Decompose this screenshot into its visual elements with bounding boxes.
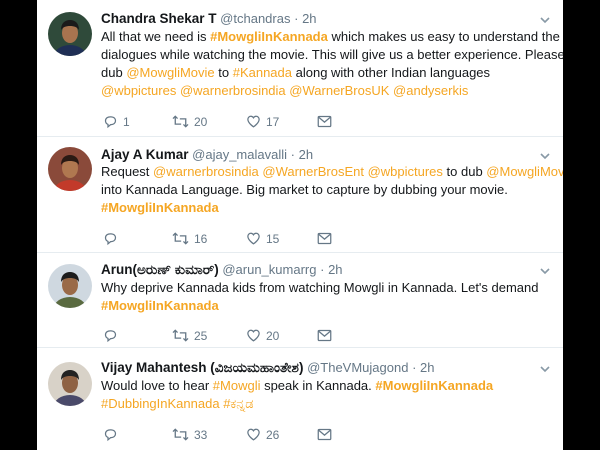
hashtag[interactable]: #ಕನ್ನಡ — [223, 396, 253, 411]
timestamp[interactable]: 2h — [420, 360, 434, 375]
retweet-icon — [172, 427, 194, 441]
text-segment: Would love to hear — [101, 378, 213, 393]
tweet-feed: Chandra Shekar T @tchandras · 2h All that… — [37, 0, 563, 450]
chevron-down-icon[interactable] — [539, 362, 551, 374]
user-handle[interactable]: @TheVMujagond — [307, 360, 408, 375]
tweet-text-line: #DubbingInKannada #ಕನ್ನಡ — [101, 395, 553, 413]
hashtag[interactable]: #MowgliInKannada — [375, 378, 493, 393]
reply-button[interactable] — [103, 425, 123, 443]
avatar[interactable] — [48, 362, 92, 406]
like-count: 26 — [266, 427, 280, 442]
separator-dot: · — [412, 360, 417, 375]
reply-icon — [103, 427, 123, 442]
tweet-actions: 33 26 — [101, 425, 521, 443]
envelope-icon — [317, 427, 337, 441]
hashtag[interactable]: #Mowgli — [213, 378, 261, 393]
like-button[interactable]: 26 — [246, 425, 279, 443]
tweet[interactable]: Vijay Mahantesh (ವಿಜಯಮಹಾಂತೇಶ) @TheVMujag… — [37, 0, 563, 450]
retweet-button[interactable]: 33 — [172, 425, 207, 443]
direct-message-button[interactable] — [317, 425, 337, 443]
hashtag[interactable]: #DubbingInKannada — [101, 396, 220, 411]
retweet-count: 33 — [194, 427, 208, 442]
user-photo-icon — [48, 362, 92, 406]
tweet-text-line: Would love to hear #Mowgli speak in Kann… — [101, 377, 553, 395]
tweet-text: Would love to hear #Mowgli speak in Kann… — [101, 377, 553, 413]
heart-icon — [246, 427, 266, 441]
text-segment: speak in Kannada. — [260, 378, 376, 393]
display-name[interactable]: Vijay Mahantesh (ವಿಜಯಮಹಾಂತೇಶ) — [101, 360, 303, 375]
tweet-header: Vijay Mahantesh (ವಿಜಯಮಹಾಂತೇಶ) @TheVMujag… — [101, 359, 435, 377]
